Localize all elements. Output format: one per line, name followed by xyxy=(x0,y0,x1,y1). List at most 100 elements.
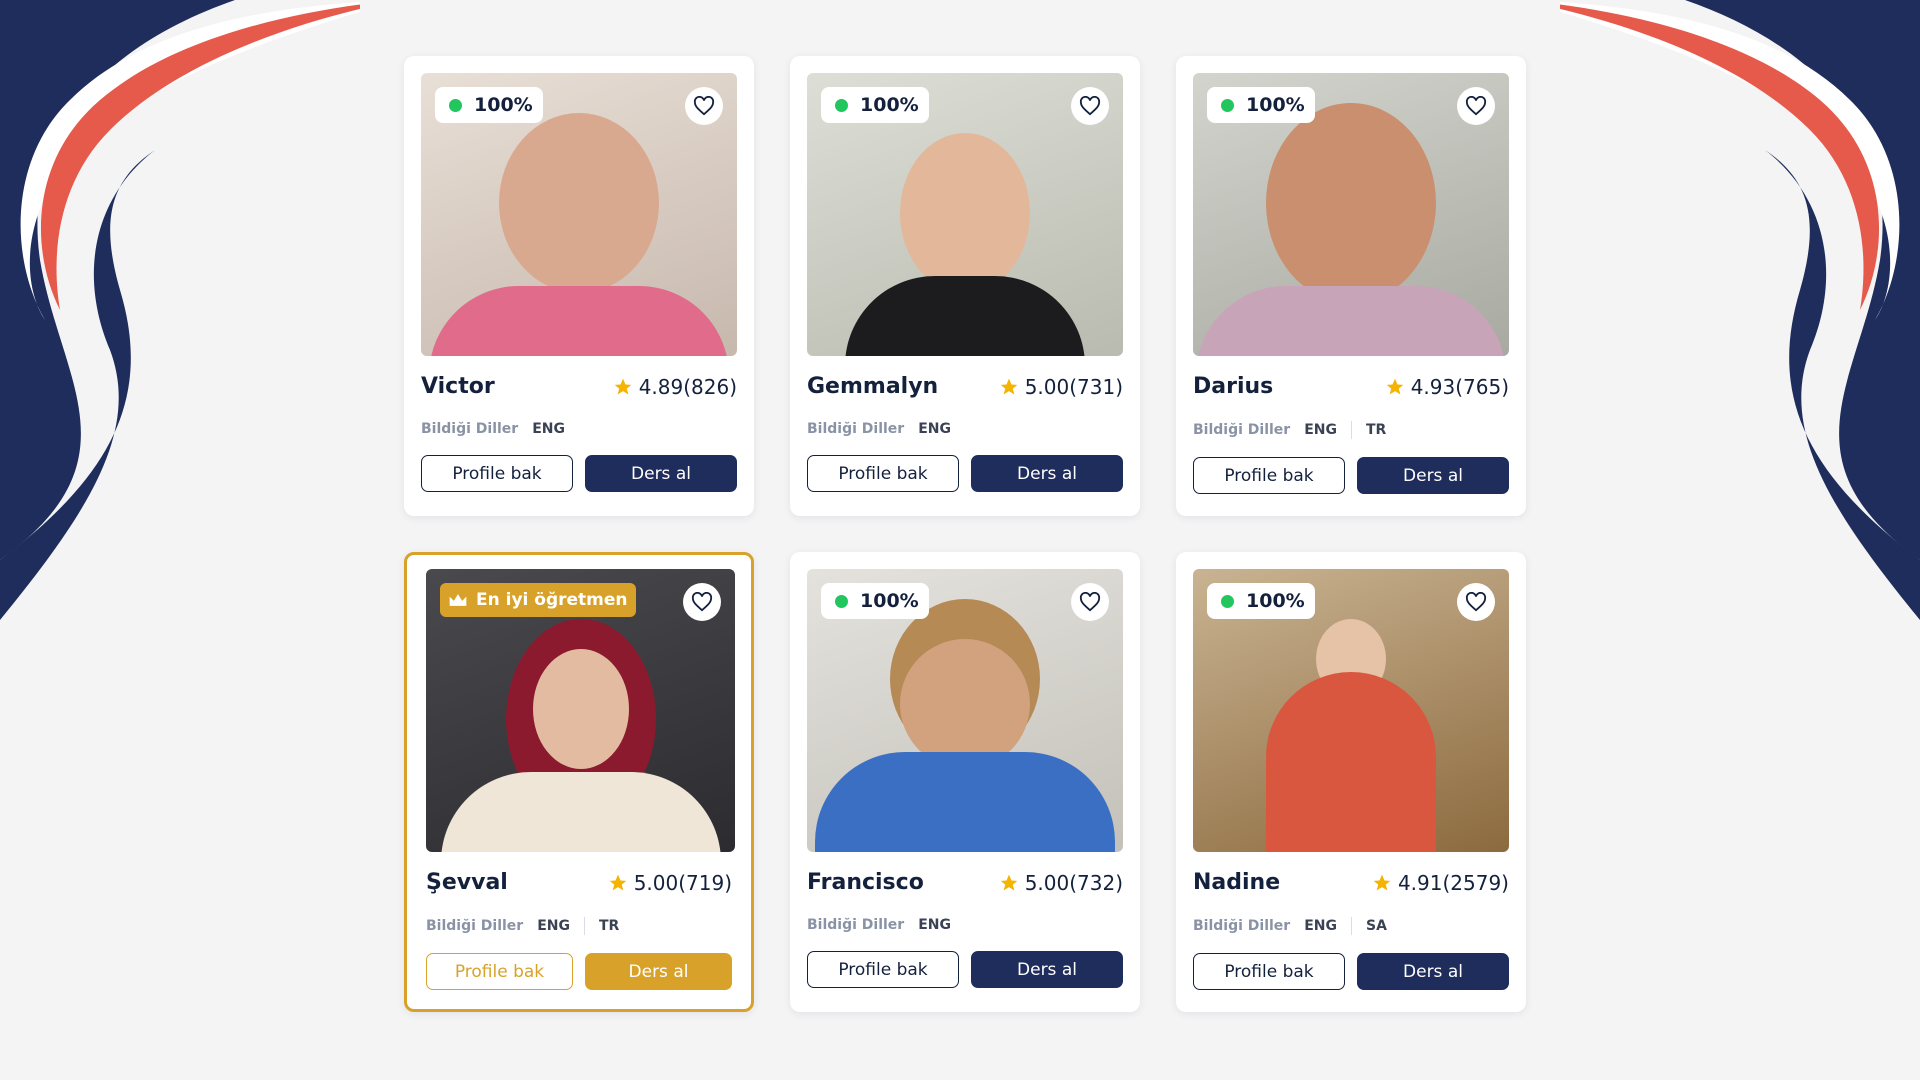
favorite-heart-icon[interactable] xyxy=(683,583,721,621)
teacher-photo: 100% xyxy=(1193,569,1509,852)
best-teacher-badge: En iyi öğretmen xyxy=(440,583,636,617)
favorite-heart-icon[interactable] xyxy=(1071,87,1109,125)
language-tag: TR xyxy=(1365,422,1387,438)
review-count: (719) xyxy=(678,870,732,895)
rating-value: 5.00 xyxy=(633,870,679,895)
language-tag: ENG xyxy=(532,421,565,437)
teacher-rating: 4.89(826) xyxy=(613,375,737,399)
languages-row: Bildiği Diller ENG SA xyxy=(1193,917,1509,935)
languages-label: Bildiği Diller xyxy=(426,918,524,934)
favorite-heart-icon[interactable] xyxy=(1071,583,1109,621)
star-icon xyxy=(609,874,627,890)
view-profile-button[interactable]: Profile bak xyxy=(1193,953,1345,990)
rating-value: 4.93 xyxy=(1410,374,1456,399)
language-tag: TR xyxy=(598,918,620,934)
language-divider xyxy=(1350,917,1352,935)
teacher-name: Victor xyxy=(421,374,495,399)
rating-value: 5.00 xyxy=(1024,374,1070,399)
online-percent: 100% xyxy=(1246,94,1305,116)
star-icon xyxy=(1000,378,1018,394)
online-dot-icon xyxy=(835,98,848,112)
teacher-rating: 5.00(719) xyxy=(608,871,732,895)
review-count: (765) xyxy=(1455,374,1509,399)
review-count: (731) xyxy=(1069,374,1123,399)
online-percent: 100% xyxy=(474,94,533,116)
teacher-photo: 100% xyxy=(807,569,1123,852)
teacher-card: 100% Nadine 4.91(2579) Bildiği Diller EN… xyxy=(1176,552,1526,1012)
teacher-card: 100% Darius 4.93(765) Bildiği Diller ENG… xyxy=(1176,56,1526,516)
languages-row: Bildiği Diller ENG xyxy=(421,421,737,437)
teacher-card: 100% Gemmalyn 5.00(731) Bildiği Diller E… xyxy=(790,56,1140,516)
view-profile-button[interactable]: Profile bak xyxy=(1193,457,1345,494)
teacher-name: Francisco xyxy=(807,870,924,895)
rating-value: 4.91 xyxy=(1397,870,1443,895)
languages-label: Bildiği Diller xyxy=(1193,918,1291,934)
view-profile-button[interactable]: Profile bak xyxy=(426,953,573,990)
rating-value: 5.00 xyxy=(1024,870,1070,895)
language-tag: ENG xyxy=(537,918,570,934)
online-badge: 100% xyxy=(821,87,929,123)
online-badge: 100% xyxy=(1207,583,1315,619)
teacher-card-featured: En iyi öğretmen Şevval 5.00(719) Bildiği… xyxy=(404,552,754,1012)
view-profile-button[interactable]: Profile bak xyxy=(807,455,959,492)
background-swoosh-right xyxy=(1560,0,1920,620)
languages-label: Bildiği Diller xyxy=(421,421,519,437)
languages-row: Bildiği Diller ENG TR xyxy=(1193,421,1509,439)
background-swoosh-left xyxy=(0,0,360,620)
languages-label: Bildiği Diller xyxy=(807,421,905,437)
language-divider xyxy=(583,917,585,935)
star-icon xyxy=(1373,874,1391,890)
book-lesson-button[interactable]: Ders al xyxy=(971,455,1123,492)
language-tag: ENG xyxy=(1304,918,1337,934)
teacher-grid: 100% Victor 4.89(826) Bildiği Diller ENG… xyxy=(404,56,1526,1012)
book-lesson-button[interactable]: Ders al xyxy=(1357,953,1509,990)
online-percent: 100% xyxy=(860,590,919,612)
online-badge: 100% xyxy=(435,87,543,123)
languages-label: Bildiği Diller xyxy=(1193,422,1291,438)
language-divider xyxy=(1350,421,1352,439)
language-tag: ENG xyxy=(918,421,951,437)
languages-row: Bildiği Diller ENG xyxy=(807,421,1123,437)
view-profile-button[interactable]: Profile bak xyxy=(807,951,959,988)
teacher-rating: 5.00(731) xyxy=(999,375,1123,399)
teacher-name: Şevval xyxy=(426,870,508,895)
online-badge: 100% xyxy=(821,583,929,619)
favorite-heart-icon[interactable] xyxy=(1457,87,1495,125)
teacher-rating: 4.91(2579) xyxy=(1372,871,1509,895)
view-profile-button[interactable]: Profile bak xyxy=(421,455,573,492)
teacher-rating: 5.00(732) xyxy=(999,871,1123,895)
online-dot-icon xyxy=(835,594,848,608)
online-percent: 100% xyxy=(1246,590,1305,612)
languages-row: Bildiği Diller ENG TR xyxy=(426,917,732,935)
online-dot-icon xyxy=(1221,594,1234,608)
language-tag: SA xyxy=(1365,918,1387,934)
book-lesson-button[interactable]: Ders al xyxy=(971,951,1123,988)
teacher-name: Nadine xyxy=(1193,870,1281,895)
online-badge: 100% xyxy=(1207,87,1315,123)
teacher-photo: 100% xyxy=(421,73,737,356)
teacher-photo: En iyi öğretmen xyxy=(426,569,735,852)
language-tag: ENG xyxy=(1304,422,1337,438)
star-icon xyxy=(614,378,632,394)
book-lesson-button[interactable]: Ders al xyxy=(585,455,737,492)
review-count: (732) xyxy=(1069,870,1123,895)
teacher-photo: 100% xyxy=(807,73,1123,356)
teacher-card: 100% Francisco 5.00(732) Bildiği Diller … xyxy=(790,552,1140,1012)
languages-row: Bildiği Diller ENG xyxy=(807,917,1123,933)
favorite-heart-icon[interactable] xyxy=(685,87,723,125)
favorite-heart-icon[interactable] xyxy=(1457,583,1495,621)
language-tag: ENG xyxy=(918,917,951,933)
teacher-name: Darius xyxy=(1193,374,1274,399)
teacher-name: Gemmalyn xyxy=(807,374,939,399)
languages-label: Bildiği Diller xyxy=(807,917,905,933)
crown-icon xyxy=(449,594,467,606)
teacher-card: 100% Victor 4.89(826) Bildiği Diller ENG… xyxy=(404,56,754,516)
online-percent: 100% xyxy=(860,94,919,116)
teacher-photo: 100% xyxy=(1193,73,1509,356)
rating-value: 4.89 xyxy=(638,374,684,399)
teacher-rating: 4.93(765) xyxy=(1385,375,1509,399)
online-dot-icon xyxy=(1221,98,1234,112)
book-lesson-button[interactable]: Ders al xyxy=(585,953,732,990)
review-count: (2579) xyxy=(1442,870,1509,895)
book-lesson-button[interactable]: Ders al xyxy=(1357,457,1509,494)
